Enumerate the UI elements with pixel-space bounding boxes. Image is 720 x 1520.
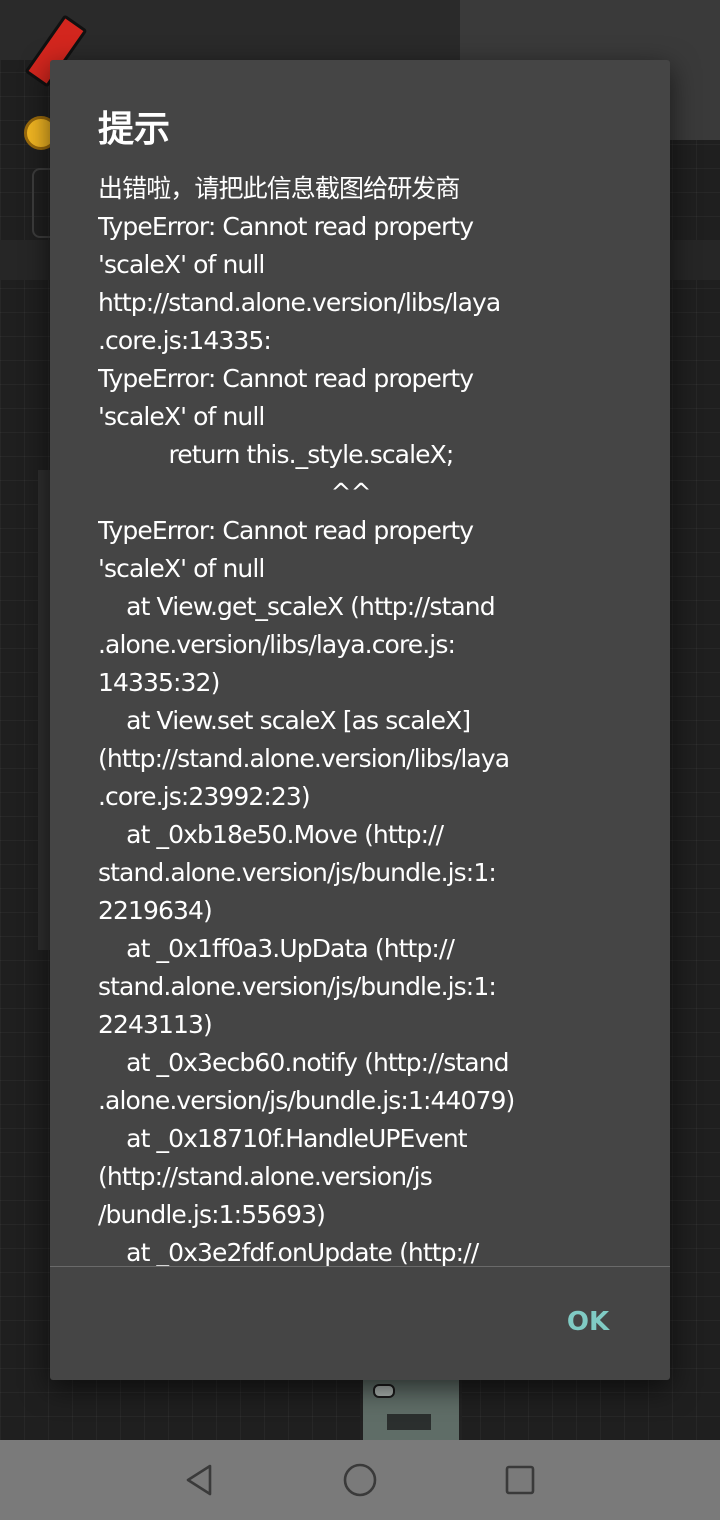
home-button[interactable] xyxy=(332,1452,388,1508)
game-door xyxy=(360,1380,462,1440)
home-circle-icon xyxy=(343,1463,377,1497)
door-handle-icon xyxy=(373,1384,395,1398)
recents-square-icon xyxy=(505,1465,535,1495)
dialog-divider xyxy=(50,1266,670,1267)
ok-button[interactable]: OK xyxy=(544,1294,632,1350)
back-button[interactable] xyxy=(172,1452,228,1508)
door-sign xyxy=(387,1414,431,1430)
navigation-bar xyxy=(0,1440,720,1520)
error-dialog: 提示 出错啦，请把此信息截图给研发商 TypeError: Cannot rea… xyxy=(50,60,670,1380)
back-triangle-icon xyxy=(186,1464,212,1496)
recents-button[interactable] xyxy=(492,1452,548,1508)
dialog-title: 提示 xyxy=(98,109,171,150)
dialog-message-scroll[interactable]: 出错啦，请把此信息截图给研发商 TypeError: Cannot read p… xyxy=(98,170,638,1266)
dialog-message: 出错啦，请把此信息截图给研发商 TypeError: Cannot read p… xyxy=(98,174,515,1266)
